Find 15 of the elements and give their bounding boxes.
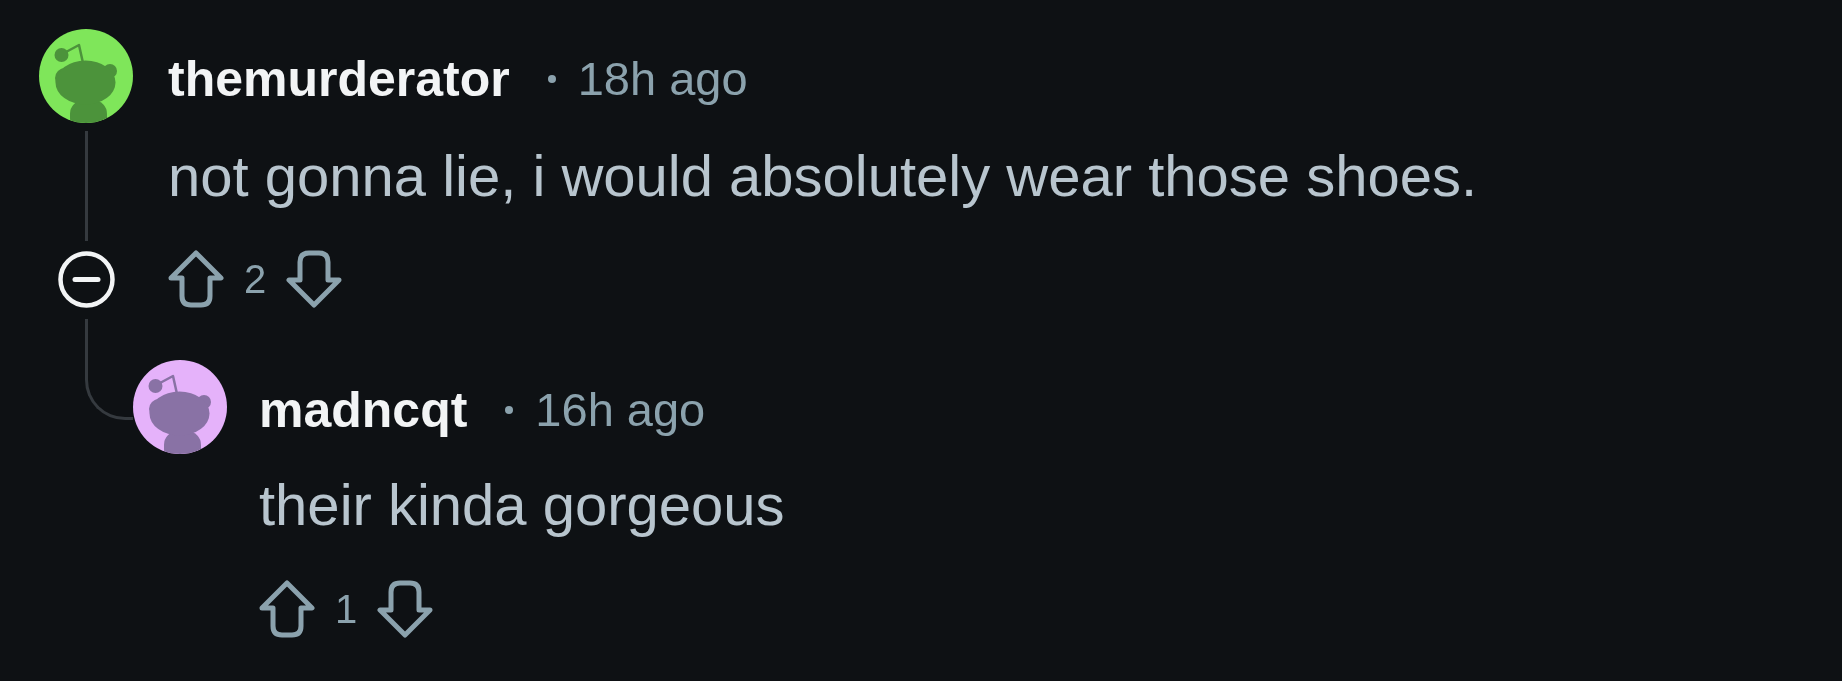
comment-text: not gonna lie, i would absolutely wear those shoes. — [168, 142, 1478, 210]
separator-dot-icon — [505, 406, 514, 414]
vote-count: 1 — [335, 587, 358, 631]
down-arrow-icon[interactable] — [286, 250, 343, 308]
timestamp: 16h ago — [535, 384, 706, 436]
username[interactable]: themurderator — [168, 51, 510, 107]
timestamp: 18h ago — [577, 53, 748, 105]
minus-circle-icon[interactable] — [57, 250, 115, 308]
comment-text: their kinda gorgeous — [259, 471, 785, 539]
separator-dot-icon — [547, 75, 556, 83]
vote-count: 2 — [244, 257, 267, 301]
up-arrow-icon[interactable] — [168, 250, 224, 308]
up-arrow-icon[interactable] — [259, 580, 315, 638]
down-arrow-icon[interactable] — [377, 580, 434, 638]
username[interactable]: madncqt — [259, 382, 468, 438]
